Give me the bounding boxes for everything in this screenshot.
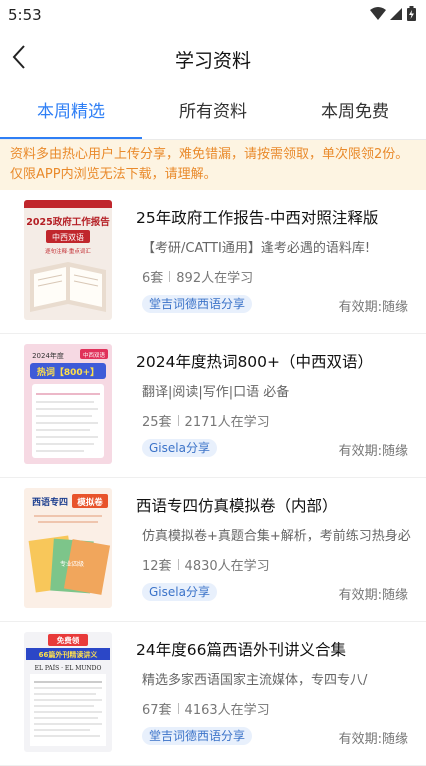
materials-list: 2025政府工作报告 中西双语 逐句注释·重点词汇 25年政府工作报告-中西对照… (0, 190, 426, 766)
page-title: 学习资料 (174, 50, 251, 72)
list-item[interactable]: 免费领 66篇外刊精读讲义 EL PAÍS · EL MUNDO 24年度66篇… (0, 622, 426, 766)
item-title: 2024年度热词800+（中西双语） (136, 353, 374, 371)
item-meta: 12套 4830人在学习 (142, 555, 270, 574)
validity-label: 有效期:随缘 (338, 732, 408, 747)
validity-label: 有效期:随缘 (338, 300, 408, 315)
tab-weekly-picks[interactable]: 本周精选 (0, 88, 142, 138)
divider (177, 559, 179, 570)
item-title: 24年度66篇西语外刊讲义合集 (136, 641, 346, 659)
notice-line-2: 仅限APP内浏览无法下载，请理解。 (10, 167, 217, 182)
cover-image: 2024年度 中西双语 热词【800+】 (24, 344, 112, 464)
cover-top-text: 免费领 (57, 635, 80, 645)
cover-sub-text: 专业四级 (60, 560, 84, 568)
item-learners: 4163人在学习 (184, 703, 270, 718)
item-sets: 6套 (142, 271, 164, 286)
signal-icon (390, 7, 402, 20)
item-title: 25年政府工作报告-中西对照注释版 (136, 209, 379, 227)
item-description: 翻译|阅读|写作|口语 必备 (142, 385, 290, 400)
cover-image: 2025政府工作报告 中西双语 逐句注释·重点词汇 (24, 200, 112, 320)
cover-sub-text: EL PAÍS · EL MUNDO (35, 665, 102, 672)
item-meta: 25套 2171人在学习 (142, 411, 270, 430)
validity-label: 有效期:随缘 (338, 588, 408, 603)
status-icons (370, 6, 416, 21)
notice-line-1: 资料多由热心用户上传分享，难免错漏，请按需领取，单次限领2份。 (10, 147, 409, 162)
cover-sub-text: 中西双语 (83, 351, 106, 359)
list-item[interactable]: 2025政府工作报告 中西双语 逐句注释·重点词汇 25年政府工作报告-中西对照… (0, 190, 426, 334)
item-sets: 25套 (142, 415, 172, 430)
item-description: 仿真模拟卷+真题合集+解析，考前练习热身必 (142, 529, 411, 544)
tab-all-materials[interactable]: 所有资料 (142, 88, 284, 138)
item-learners: 4830人在学习 (184, 559, 270, 574)
status-bar: 5:53 (0, 0, 426, 30)
validity-label: 有效期:随缘 (338, 444, 408, 459)
divider (177, 703, 179, 714)
item-meta: 67套 4163人在学习 (142, 699, 270, 718)
tab-weekly-free[interactable]: 本周免费 (284, 88, 426, 138)
item-sets: 12套 (142, 559, 172, 574)
item-meta: 6套 892人在学习 (142, 267, 253, 286)
cover-mid-text: 热词【800+】 (37, 366, 99, 378)
cover-top-text: 西语专四 (32, 496, 68, 508)
cover-mid-text: 中西双语 (52, 232, 84, 242)
uploader-badge: 堂吉词德西语分享 (142, 727, 253, 745)
divider (169, 271, 171, 282)
tab-bar: 本周精选 所有资料 本周免费 (0, 88, 426, 138)
nav-bar: 学习资料 (0, 30, 426, 86)
item-title: 西语专四仿真模拟卷（内部） (136, 497, 338, 515)
list-item[interactable]: 2024年度 中西双语 热词【800+】 2024年度热词800+（中西双语） … (0, 334, 426, 478)
uploader-badge: 堂吉词德西语分享 (142, 295, 253, 313)
status-time: 5:53 (8, 6, 42, 24)
uploader-badge: Gisela分享 (142, 439, 217, 457)
item-description: 【考研/CATTI通用】逢考必遇的语料库! (142, 241, 371, 256)
cover-top-text: 2025政府工作报告 (26, 216, 110, 228)
item-learners: 892人在学习 (176, 271, 254, 286)
cover-sub-text: 逐句注释·重点词汇 (45, 247, 91, 255)
divider (177, 415, 179, 426)
cover-mid-text: 模拟卷 (77, 497, 103, 508)
cover-image: 免费领 66篇外刊精读讲义 EL PAÍS · EL MUNDO (24, 632, 112, 752)
notice-banner: 资料多由热心用户上传分享，难免错漏，请按需领取，单次限领2份。 仅限APP内浏览… (0, 140, 426, 190)
item-sets: 67套 (142, 703, 172, 718)
wifi-icon (370, 6, 386, 20)
item-description: 精选多家西语国家主流媒体，专四专八/ (142, 673, 368, 688)
uploader-badge: Gisela分享 (142, 583, 217, 601)
list-item[interactable]: 西语专四 模拟卷 专业四级 西语专四仿真模拟卷（内部） 仿真模拟卷+真题合集+解… (0, 478, 426, 622)
cover-image: 西语专四 模拟卷 专业四级 (24, 488, 112, 608)
battery-icon (407, 6, 416, 21)
cover-top-text: 2024年度 (32, 351, 64, 360)
cover-mid-text: 66篇外刊精读讲义 (39, 650, 99, 659)
item-learners: 2171人在学习 (184, 415, 270, 430)
